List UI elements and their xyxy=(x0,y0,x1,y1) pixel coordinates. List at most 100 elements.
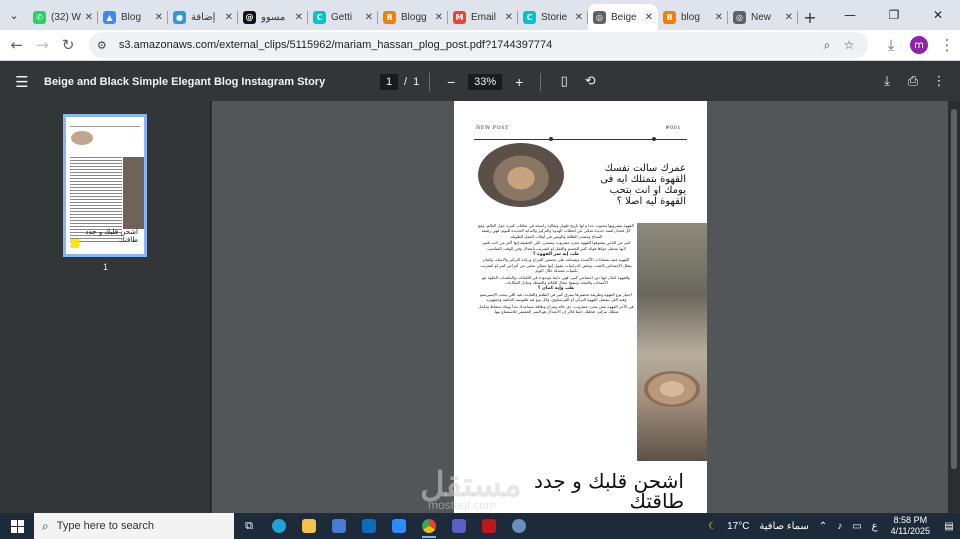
browser-tab[interactable]: ● إضافة ✕ xyxy=(168,4,238,30)
thumbnail-page-number: 1 xyxy=(102,262,108,272)
clock-time: 8:58 PM xyxy=(893,515,928,525)
tab-close-icon[interactable]: ✕ xyxy=(85,12,93,23)
url-text[interactable]: s3.amazonaws.com/external_clips/5115962/… xyxy=(119,39,816,51)
browser-tab[interactable]: M Email ✕ xyxy=(448,4,518,30)
weather-temp[interactable]: 17°C xyxy=(727,521,749,532)
more-options-icon[interactable]: ⋮ xyxy=(926,74,952,89)
chrome-icon[interactable] xyxy=(414,513,444,539)
minimize-button[interactable]: — xyxy=(828,0,872,30)
tab-close-icon[interactable]: ✕ xyxy=(295,12,303,23)
print-icon[interactable]: ⎙ xyxy=(900,74,926,89)
tab-close-icon[interactable]: ✕ xyxy=(155,12,163,23)
tab-favicon-icon: ✆ xyxy=(33,10,46,24)
reload-icon: ↻ xyxy=(61,36,75,54)
teams-icon[interactable] xyxy=(444,513,474,539)
tab-title: Storie xyxy=(541,11,568,23)
tab-close-icon[interactable]: ✕ xyxy=(645,12,653,23)
body-paragraph: كثير من الناس بيشوفوا القهوة مجرد مشروب … xyxy=(481,240,631,251)
volume-icon[interactable]: ♪ xyxy=(837,521,842,532)
rule-dot xyxy=(549,137,553,141)
reload-button[interactable]: ↻ xyxy=(55,32,81,58)
zoom-out-button[interactable]: − xyxy=(440,74,462,90)
store-icon[interactable] xyxy=(324,513,354,539)
site-info-icon[interactable]: ⚙ xyxy=(97,39,115,52)
page-headline: عمرك سالت نفسك القهوة بتمتلك ايه فى يومك… xyxy=(600,163,686,207)
body-paragraph: القهوة غنية بمضادات الأكسدة وبتساعد على … xyxy=(480,257,632,274)
zoom-in-button[interactable]: + xyxy=(508,74,530,90)
tab-favicon-icon: ◎ xyxy=(593,10,606,24)
rotate-icon[interactable]: ⟲ xyxy=(577,74,603,89)
zoom-app-icon[interactable] xyxy=(384,513,414,539)
scrollbar-thumb[interactable] xyxy=(951,109,957,469)
navigation-bar: ← → ↻ ⚙ s3.amazonaws.com/external_clips/… xyxy=(0,30,960,61)
tab-close-icon[interactable]: ✕ xyxy=(575,12,583,23)
zoom-lens-icon[interactable]: ⌕ xyxy=(816,38,838,53)
browser-tab[interactable]: @ مسوو ✕ xyxy=(238,4,308,30)
tray-chevron-icon[interactable]: ⌃ xyxy=(819,521,827,532)
tab-title: blog xyxy=(681,11,700,23)
tab-close-icon[interactable]: ✕ xyxy=(365,12,373,23)
browser-menu-icon[interactable]: ⋮ xyxy=(934,32,960,58)
page-tag-left: NEW POST xyxy=(476,125,509,131)
maximize-button[interactable]: ❐ xyxy=(872,0,916,30)
page-thumbnail[interactable]: اشحن قلبك و جدد طاقتك xyxy=(63,114,147,257)
browser-tab[interactable]: ◎ New ✕ xyxy=(728,4,798,30)
tab-close-icon[interactable]: ✕ xyxy=(715,12,723,23)
pdf-viewer[interactable]: NEW POST #001 عمرك سالت نفسك القهوة بتمت… xyxy=(212,101,948,513)
clock[interactable]: 8:58 PM 4/11/2025 xyxy=(891,515,930,537)
tab-favicon-icon: ◎ xyxy=(733,10,746,24)
coffee-photo xyxy=(478,143,564,207)
language-indicator[interactable]: ع xyxy=(872,521,878,532)
zoom-level-input[interactable]: 33% xyxy=(468,73,503,90)
tab-list: ✆ (32) W ✕ ▲ Blog ✕ ● إضافة ✕ @ مسوو ✕ C Getti ✕ B Blogg… xyxy=(28,4,798,30)
tab-close-icon[interactable]: ✕ xyxy=(505,12,513,23)
mail-icon[interactable] xyxy=(354,513,384,539)
weather-moon-icon[interactable]: ☾ xyxy=(708,521,717,532)
tab-close-icon[interactable]: ✕ xyxy=(435,12,443,23)
browser-tab[interactable]: ◎ Beige ✕ xyxy=(588,4,658,30)
browser-tab[interactable]: ▲ Blog ✕ xyxy=(98,4,168,30)
hamburger-menu-icon[interactable]: ☰ xyxy=(0,73,44,91)
tab-close-icon[interactable]: ✕ xyxy=(785,12,793,23)
tab-close-icon[interactable]: ✕ xyxy=(225,12,233,23)
start-button[interactable] xyxy=(0,519,34,533)
browser-tab[interactable]: C Storie ✕ xyxy=(518,4,588,30)
address-bar[interactable]: ⚙ s3.amazonaws.com/external_clips/511596… xyxy=(88,32,869,58)
page-body-text: القهوة مشروبها محبوب جدا و لها تاريخ طوي… xyxy=(478,223,634,453)
mcafee-icon[interactable] xyxy=(474,513,504,539)
thumb-rule xyxy=(70,126,140,127)
profile-avatar[interactable]: m xyxy=(910,36,929,54)
tab-title: (32) W xyxy=(51,11,81,23)
cup-shape xyxy=(644,371,700,407)
cup-photo xyxy=(637,223,707,461)
arrow-left-icon: ← xyxy=(10,36,24,54)
network-icon[interactable]: ▭ xyxy=(852,521,861,532)
tab-search-button[interactable]: ⌄ xyxy=(0,0,28,30)
browser-tab[interactable]: Bblog ✕ xyxy=(658,4,728,30)
body-paragraph: اختيار نوع القهوة وطريقة تحضيرها بيفرق ك… xyxy=(480,291,632,303)
settings-app-icon[interactable] xyxy=(504,513,534,539)
browser-tab[interactable]: B Blogg ✕ xyxy=(378,4,448,30)
rule-dot xyxy=(652,137,656,141)
edge-icon[interactable] xyxy=(264,513,294,539)
new-tab-button[interactable]: + xyxy=(798,4,822,30)
forward-button[interactable]: → xyxy=(30,32,56,58)
bookmark-star-icon[interactable]: ☆ xyxy=(838,38,860,52)
task-view-icon[interactable]: ⧉ xyxy=(234,513,264,539)
tab-title: إضافة xyxy=(191,11,216,23)
download-icon[interactable]: ⤓ xyxy=(878,32,904,58)
download-pdf-icon[interactable]: ⤓ xyxy=(874,74,900,89)
weather-label[interactable]: سماء صافية xyxy=(759,521,808,532)
close-window-button[interactable]: ✕ xyxy=(916,0,960,30)
notification-icon[interactable]: ▤ xyxy=(938,521,960,532)
page-number-input[interactable]: 1 xyxy=(380,73,398,90)
tab-favicon-icon: B xyxy=(663,10,676,24)
back-button[interactable]: ← xyxy=(4,32,30,58)
browser-tab[interactable]: C Getti ✕ xyxy=(308,4,378,30)
plus-icon: + xyxy=(803,7,817,27)
fit-page-icon[interactable]: ▯ xyxy=(551,74,577,89)
taskbar-search[interactable]: ⌕ Type here to search xyxy=(34,513,234,539)
file-explorer-icon[interactable] xyxy=(294,513,324,539)
browser-tab[interactable]: ✆ (32) W ✕ xyxy=(28,4,98,30)
viewer-scrollbar[interactable] xyxy=(948,101,960,513)
